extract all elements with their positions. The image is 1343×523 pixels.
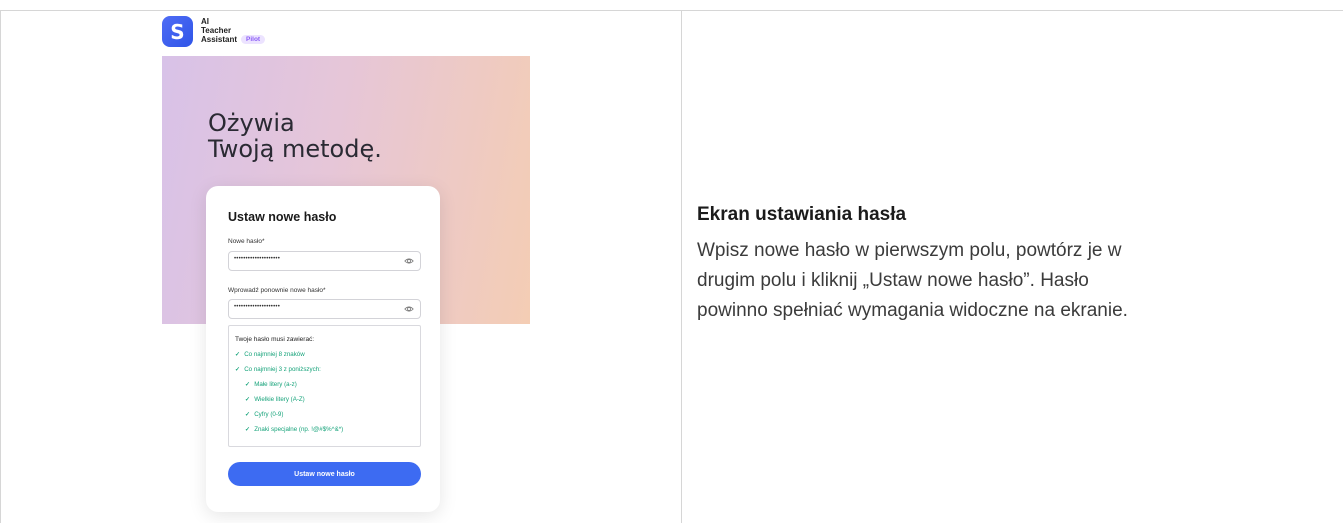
requirement-item: ✓ Co najmniej 3 z poniższych: — [235, 366, 321, 373]
check-icon: ✓ — [245, 426, 251, 433]
check-icon: ✓ — [245, 381, 251, 388]
screenshot-panel: S AI Teacher Assistant Pilot Ożywia Twoją… — [160, 14, 534, 514]
new-password-label: Nowe hasło* — [228, 238, 265, 245]
requirement-item: ✓ Co najmniej 8 znaków — [235, 351, 305, 358]
app-name-line: Assistant Pilot — [201, 35, 266, 45]
requirement-item: ✓ Małe litery (a-z) — [245, 381, 297, 388]
app-header: S AI Teacher Assistant Pilot — [162, 16, 266, 47]
table-border-top — [0, 10, 1343, 11]
hero-title-line: Ożywia — [208, 109, 295, 137]
app-name: AI Teacher Assistant Pilot — [201, 16, 266, 45]
repeat-password-label: Wprowadź ponownie nowe hasło* — [228, 287, 326, 294]
show-password-icon[interactable] — [404, 256, 414, 266]
pilot-badge: Pilot — [241, 35, 266, 45]
form-title: Ustaw nowe hasło — [228, 210, 337, 224]
password-requirements-box: Twoje hasło musi zawierać: ✓ Co najmniej … — [228, 325, 421, 447]
table-column-divider — [681, 10, 682, 523]
description-line: drugim polu i kliknij „Ustaw nowe hasło”… — [697, 270, 1089, 291]
set-password-button[interactable]: Ustaw nowe hasło — [228, 462, 421, 486]
app-name-line: AI — [201, 17, 209, 26]
repeat-password-value: •••••••••••••••••••• — [234, 304, 281, 310]
requirement-item: ✓ Znaki specjalne (np. !@#$%^&*) — [245, 426, 344, 433]
check-icon: ✓ — [235, 366, 241, 373]
hero-title: Ożywia Twoją metodę. — [208, 110, 382, 162]
requirement-item: ✓ Wielkie litery (A-Z) — [245, 396, 305, 403]
repeat-password-input[interactable]: •••••••••••••••••••• — [228, 299, 421, 319]
set-password-card: Ustaw nowe hasło Nowe hasło* •••••••••••… — [206, 186, 440, 512]
description-line: Wpisz nowe hasło w pierwszym polu, powtó… — [697, 240, 1122, 261]
hero-title-line: Twoją metodę. — [208, 135, 382, 163]
table-border-left — [0, 10, 1, 523]
app-logo-icon: S — [162, 16, 193, 47]
show-password-icon[interactable] — [404, 304, 414, 314]
check-icon: ✓ — [235, 351, 241, 358]
section-description: Wpisz nowe hasło w pierwszym polu, powtó… — [697, 236, 1337, 326]
app-name-line: Teacher — [201, 26, 232, 35]
requirements-title: Twoje hasło musi zawierać: — [235, 336, 315, 343]
new-password-value: •••••••••••••••••••• — [234, 256, 281, 262]
section-heading: Ekran ustawiania hasła — [697, 204, 907, 225]
new-password-input[interactable]: •••••••••••••••••••• — [228, 251, 421, 271]
check-icon: ✓ — [245, 411, 251, 418]
check-icon: ✓ — [245, 396, 251, 403]
requirement-item: ✓ Cyfry (0-9) — [245, 411, 284, 418]
description-line: powinno spełniać wymagania widoczne na e… — [697, 300, 1128, 321]
